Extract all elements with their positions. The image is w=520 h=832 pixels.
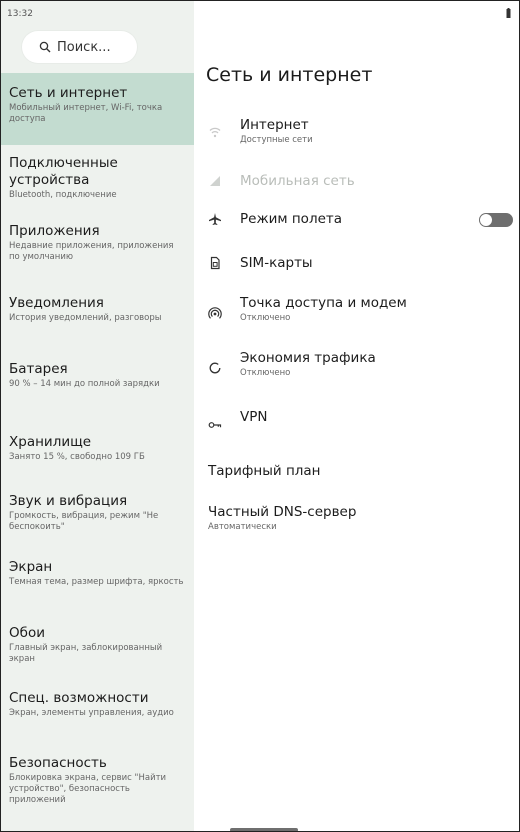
sidebar-item-title: Спец. возможности xyxy=(9,690,149,706)
sidebar-item-subtitle: Громкость, вибрация, режим "Не беспокоит… xyxy=(9,511,159,532)
hotspot-icon xyxy=(207,305,223,321)
sidebar: Поиск... Сеть и интернет Мобильный интер… xyxy=(1,1,194,831)
sidebar-item-storage[interactable]: Хранилище Занято 15 %, свободно 109 ГБ xyxy=(1,429,194,486)
sidebar-item-title: Безопасность xyxy=(9,755,107,771)
sidebar-item-notifications[interactable]: Уведомления История уведомлений, разгово… xyxy=(1,289,194,358)
row-hotspot[interactable]: Точка доступа и модем Отключено xyxy=(194,291,519,333)
status-time: 13:32 xyxy=(7,9,33,19)
sidebar-item-title: Батарея xyxy=(9,361,68,377)
sidebar-item-connected-devices[interactable]: Подключенные устройства Bluetooth, подкл… xyxy=(1,145,194,217)
settings-window: 13:32 Поиск... Сеть и интернет Мобильный… xyxy=(0,0,520,832)
sidebar-item-subtitle: Недавние приложения, приложения по умолч… xyxy=(9,241,174,262)
row-title: SIM-карты xyxy=(240,255,313,271)
row-mobile-network: Мобильная сеть xyxy=(194,168,519,194)
sidebar-item-title: Хранилище xyxy=(9,434,92,450)
row-title: Режим полета xyxy=(240,211,343,227)
row-data-saver[interactable]: Экономия трафика Отключено xyxy=(194,346,519,386)
row-subtitle: Отключено xyxy=(240,368,291,378)
sidebar-item-title: Обои xyxy=(9,625,45,641)
sidebar-item-title: Сеть и интернет xyxy=(9,85,128,101)
row-title: Экономия трафика xyxy=(240,350,376,366)
row-subtitle: Доступные сети xyxy=(240,135,313,145)
sidebar-item-security[interactable]: Безопасность Блокировка экрана, сервис "… xyxy=(1,750,194,820)
search-input[interactable]: Поиск... xyxy=(22,31,137,63)
sidebar-item-display[interactable]: Экран Темная тема, размер шрифта, яркост… xyxy=(1,553,194,619)
sidebar-item-title: Экран xyxy=(9,559,53,575)
wifi-icon xyxy=(207,124,223,140)
sidebar-item-battery[interactable]: Батарея 90 % – 14 мин до полной зарядки xyxy=(1,358,194,429)
sidebar-item-subtitle: Главный экран, заблокированный экран xyxy=(9,643,163,664)
sidebar-item-subtitle: Мобильный интернет, Wi-Fi, точка доступа xyxy=(9,103,163,124)
row-title: Частный DNS-сервер xyxy=(208,504,357,520)
airplane-mode-toggle[interactable] xyxy=(479,213,513,227)
row-data-plan[interactable]: Тарифный план xyxy=(194,456,519,486)
airplane-icon xyxy=(207,211,223,227)
sidebar-item-subtitle: 90 % – 14 мин до полной зарядки xyxy=(9,379,160,389)
search-placeholder: Поиск... xyxy=(57,39,111,55)
sidebar-item-subtitle: Занято 15 %, свободно 109 ГБ xyxy=(9,452,145,462)
signal-icon xyxy=(207,173,223,189)
row-sim-cards[interactable]: SIM-карты xyxy=(194,248,519,278)
row-title: Точка доступа и модем xyxy=(240,295,407,311)
row-airplane-mode[interactable]: Режим полета xyxy=(194,204,519,234)
sidebar-item-network[interactable]: Сеть и интернет Мобильный интернет, Wi-F… xyxy=(1,73,194,145)
sidebar-item-subtitle: Блокировка экрана, сервис "Найти устройс… xyxy=(9,773,167,805)
sidebar-item-title: Звук и вибрация xyxy=(9,493,128,509)
data-saver-icon xyxy=(207,360,223,376)
sidebar-item-title: Подключенные устройства xyxy=(9,155,118,188)
row-title: Интернет xyxy=(240,117,309,133)
toggle-knob xyxy=(480,214,492,226)
sidebar-item-title: Приложения xyxy=(9,223,100,239)
page-title: Сеть и интернет xyxy=(206,64,373,86)
sidebar-nav: Сеть и интернет Мобильный интернет, Wi-F… xyxy=(1,73,194,820)
row-vpn[interactable]: VPN xyxy=(194,401,519,435)
row-title: Мобильная сеть xyxy=(240,173,355,189)
sidebar-item-subtitle: Темная тема, размер шрифта, яркость xyxy=(9,577,184,587)
sidebar-item-accessibility[interactable]: Спец. возможности Экран, элементы управл… xyxy=(1,684,194,750)
gesture-navigation-handle[interactable] xyxy=(230,828,298,831)
row-subtitle: Отключено xyxy=(240,313,291,323)
row-internet[interactable]: Интернет Доступные сети xyxy=(194,113,519,153)
sim-card-icon xyxy=(207,255,223,271)
main-content: Сеть и интернет Интернет Доступные сети … xyxy=(194,1,519,831)
row-title: VPN xyxy=(240,409,268,425)
sidebar-item-subtitle: Bluetooth, подключение xyxy=(9,190,117,200)
sidebar-item-sound[interactable]: Звук и вибрация Громкость, вибрация, реж… xyxy=(1,486,194,553)
sidebar-item-apps[interactable]: Приложения Недавние приложения, приложен… xyxy=(1,217,194,289)
battery-icon xyxy=(506,8,511,18)
search-icon xyxy=(39,41,51,53)
vpn-key-icon xyxy=(207,417,223,433)
row-subtitle: Автоматически xyxy=(208,522,277,532)
row-title: Тарифный план xyxy=(208,463,321,479)
sidebar-item-wallpaper[interactable]: Обои Главный экран, заблокированный экра… xyxy=(1,619,194,684)
sidebar-item-subtitle: История уведомлений, разговоры xyxy=(9,313,162,323)
row-private-dns[interactable]: Частный DNS-сервер Автоматически xyxy=(194,498,519,540)
sidebar-item-title: Уведомления xyxy=(9,295,104,311)
sidebar-item-subtitle: Экран, элементы управления, аудио xyxy=(9,708,174,718)
